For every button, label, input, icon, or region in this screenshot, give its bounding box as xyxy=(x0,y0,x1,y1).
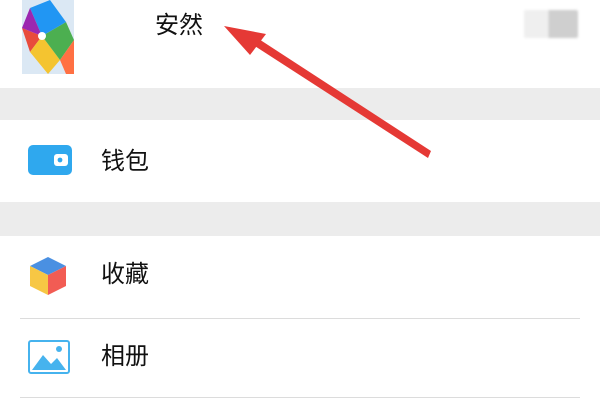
menu-item-album[interactable]: 相册 xyxy=(0,319,600,400)
album-icon xyxy=(28,340,70,378)
menu-item-wallet[interactable]: 钱包 xyxy=(0,120,600,202)
section-gap xyxy=(0,88,600,120)
pinwheel-avatar-icon xyxy=(22,0,74,74)
wallet-label: 钱包 xyxy=(101,147,149,175)
row-divider xyxy=(20,397,580,398)
avatar[interactable] xyxy=(22,0,74,74)
favorites-label: 收藏 xyxy=(101,260,149,288)
section-gap xyxy=(0,202,600,236)
album-label: 相册 xyxy=(101,342,149,370)
profile-name[interactable]: 安然 xyxy=(155,10,203,40)
wallet-icon xyxy=(28,145,72,179)
menu-item-favorites[interactable]: 收藏 xyxy=(0,236,600,318)
profile-row[interactable]: 安然 xyxy=(0,0,600,88)
favorites-cube-icon xyxy=(28,255,68,301)
qr-code-icon[interactable] xyxy=(524,10,578,38)
